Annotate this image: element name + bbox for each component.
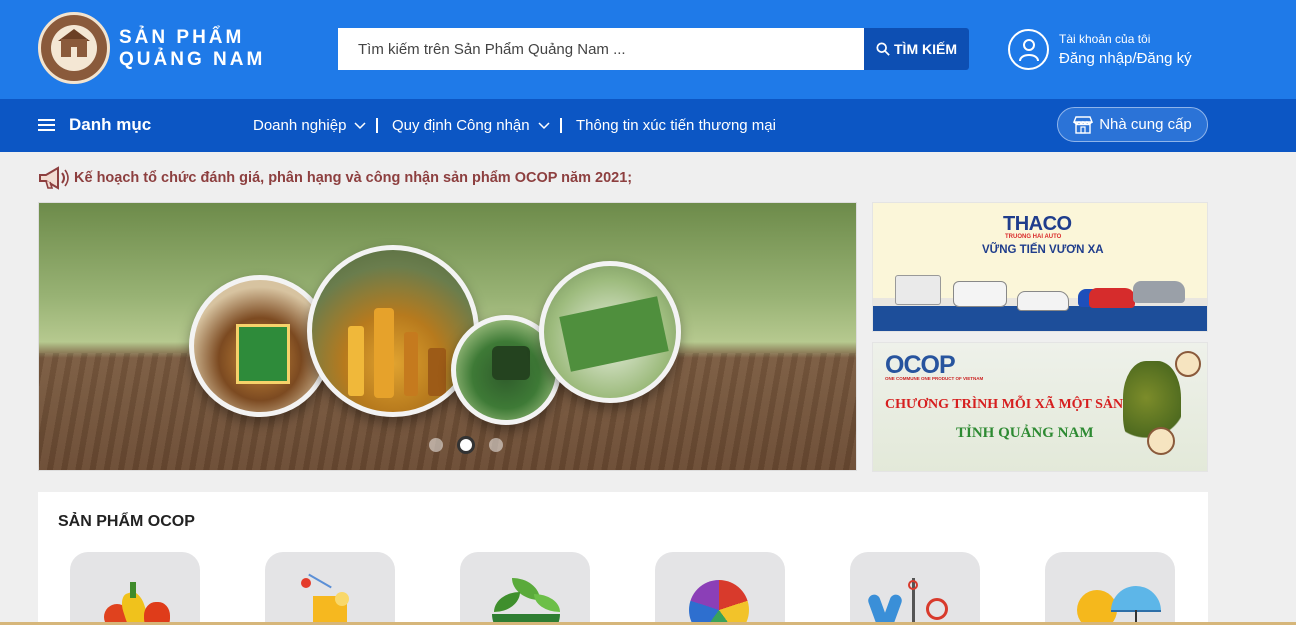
category-menu-label: Danh mục <box>69 115 152 134</box>
thaco-slogan: VỮNG TIẾN VƯƠN XA <box>982 244 1104 256</box>
supplier-button[interactable]: Nhà cung cấp <box>1057 107 1208 142</box>
bus-icon <box>953 281 1007 307</box>
slider-dots <box>429 436 503 454</box>
category-menu-button[interactable]: Danh mục <box>38 115 151 135</box>
chevron-down-icon <box>354 121 366 129</box>
search-input[interactable] <box>338 28 864 70</box>
logo-seal-icon[interactable] <box>38 12 110 84</box>
slide-product-circle <box>539 261 681 403</box>
user-icon <box>1008 29 1049 70</box>
car-icon <box>1085 289 1086 290</box>
site-header: SẢN PHẨM QUẢNG NAM TÌM KIẾM Tài khoản củ… <box>0 0 1296 99</box>
textile-icon <box>689 580 749 625</box>
herbs-icon <box>488 578 564 625</box>
drinks-icon <box>301 573 361 625</box>
nav-item-xuc-tien[interactable]: Thông tin xúc tiến thương mại <box>576 117 776 134</box>
car-icon <box>1017 291 1069 311</box>
ocop-line-2: TỈNH QUẢNG NAM <box>956 425 1094 441</box>
thaco-sub: TRUONG HAI AUTO <box>1005 234 1062 240</box>
tourism-icon <box>1061 576 1161 625</box>
slide-product-circle <box>307 245 479 417</box>
nav-item-label: Quy định Công nhận <box>392 117 530 134</box>
truck-icon <box>895 275 941 305</box>
store-icon <box>1073 115 1094 134</box>
chevron-down-icon <box>538 121 550 129</box>
nav-item-quy-dinh[interactable]: Quy định Công nhận <box>392 117 550 134</box>
category-vegetables[interactable] <box>70 552 200 625</box>
main-navbar: Danh mục Doanh nghiệp Quy định Công nhận… <box>0 99 1296 152</box>
nav-item-label: Thông tin xúc tiến thương mại <box>576 117 776 134</box>
brand-line-2: QUẢNG NAM <box>119 49 266 70</box>
hamburger-icon <box>38 118 55 132</box>
brand-line-1: SẢN PHẨM <box>119 27 245 48</box>
announcement-bar[interactable]: Kế hoạch tổ chức đánh giá, phân hạng và … <box>38 166 632 190</box>
category-herbs[interactable] <box>460 552 590 625</box>
slider-dot[interactable] <box>429 438 443 452</box>
account-menu[interactable]: Tài khoản của tôi Đăng nhập/Đăng ký <box>1008 28 1228 72</box>
announcement-text: Kế hoạch tổ chức đánh giá, phân hạng và … <box>74 170 633 186</box>
login-register-link[interactable]: Đăng nhập/Đăng ký <box>1059 50 1192 67</box>
brand-name[interactable]: SẢN PHẨM QUẢNG NAM <box>119 27 265 71</box>
search-icon <box>876 42 890 56</box>
nav-divider <box>560 118 562 133</box>
slider-dot-active[interactable] <box>457 436 475 454</box>
ocop-sub: ONE COMMUNE ONE PRODUCT OF VIETNAM <box>885 376 984 381</box>
category-textile[interactable] <box>655 552 785 625</box>
category-drinks[interactable] <box>265 552 395 625</box>
nav-divider <box>376 118 378 133</box>
ocop-banner[interactable]: OCOP ONE COMMUNE ONE PRODUCT OF VIETNAM … <box>872 342 1208 472</box>
search-button[interactable]: TÌM KIẾM <box>864 28 969 70</box>
car-icon <box>1133 281 1185 303</box>
slider-dot[interactable] <box>489 438 503 452</box>
nav-item-label: Doanh nghiệp <box>253 117 347 134</box>
megaphone-icon <box>39 166 69 190</box>
thaco-brand: THACO <box>1003 213 1072 235</box>
ocop-stamp-icon <box>1175 351 1201 377</box>
ocop-stamp-icon <box>1147 427 1175 455</box>
handicraft-icon <box>866 578 958 625</box>
hero-slider[interactable] <box>38 202 857 471</box>
category-tourism[interactable] <box>1045 552 1175 625</box>
thaco-banner[interactable]: THACO TRUONG HAI AUTO VỮNG TIẾN VƯƠN XA <box>872 202 1208 332</box>
ocop-products-section: SẢN PHẨM OCOP <box>38 492 1208 625</box>
section-title: SẢN PHẨM OCOP <box>58 513 195 530</box>
account-title: Tài khoản của tôi <box>1059 32 1151 46</box>
vegetables-icon <box>94 580 174 625</box>
category-handicraft[interactable] <box>850 552 980 625</box>
car-icon <box>1089 288 1135 308</box>
supplier-button-label: Nhà cung cấp <box>1099 116 1192 133</box>
search-button-label: TÌM KIẾM <box>894 41 957 57</box>
nav-item-doanh-nghiep[interactable]: Doanh nghiệp <box>253 117 366 134</box>
